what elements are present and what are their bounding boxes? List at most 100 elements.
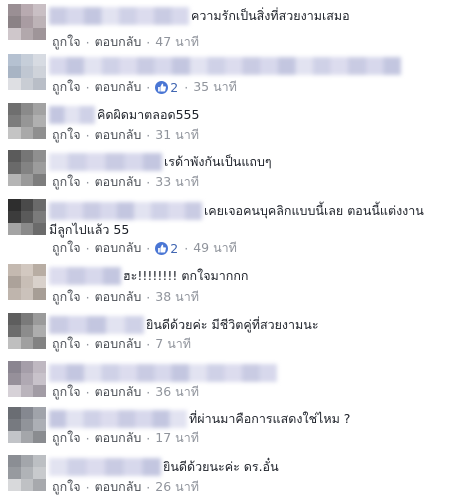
separator-dot: · — [85, 127, 90, 143]
comment-body — [49, 56, 469, 76]
comment-timestamp[interactable]: 49 นาที — [193, 238, 237, 258]
separator-dot: · — [146, 384, 151, 400]
comment-timestamp[interactable]: 47 นาที — [155, 32, 199, 52]
blurred-name — [49, 57, 401, 75]
reply-link[interactable]: ตอบกลับ — [95, 287, 142, 307]
reply-link[interactable]: ตอบกลับ — [95, 172, 142, 192]
comment-text: ความรักเป็นสิ่งที่สวยงามเสมอ — [191, 8, 350, 23]
comment-line: ฮะ!!!!!!!! ตกใจมากกก — [49, 266, 469, 286]
separator-dot: · — [85, 479, 90, 495]
comment-timestamp[interactable]: 7 นาที — [155, 334, 191, 354]
separator-dot: · — [146, 174, 151, 190]
comment-timestamp[interactable]: 17 นาที — [155, 428, 199, 448]
comment-actions: ถูกใจ · ตอบกลับ · 31 นาที — [52, 125, 199, 145]
like-link[interactable]: ถูกใจ — [52, 172, 81, 192]
separator-dot: · — [146, 34, 151, 50]
like-link[interactable]: ถูกใจ — [52, 287, 81, 307]
comment-text: เรด้าพังกันเป็นแถบๆ — [164, 154, 272, 169]
comment-line: คิดผิดมาตลอด555 — [49, 105, 469, 125]
separator-dot: · — [146, 127, 151, 143]
avatar[interactable] — [8, 407, 46, 443]
like-link[interactable]: ถูกใจ — [52, 32, 81, 52]
like-link[interactable]: ถูกใจ — [52, 334, 81, 354]
comment-text: เคยเจอคนบุคลิกแบบนี้เลย ตอนนี้แต่งงาน — [204, 203, 424, 218]
blurred-name — [49, 458, 161, 476]
comment-timestamp[interactable]: 38 นาที — [155, 287, 199, 307]
avatar[interactable] — [8, 103, 46, 139]
separator-dot: · — [184, 79, 189, 95]
comment-line — [49, 56, 469, 76]
thumbs-up-icon[interactable] — [155, 80, 169, 94]
like-link[interactable]: ถูกใจ — [52, 382, 81, 402]
like-count[interactable]: 2 — [170, 241, 178, 256]
comment-body: ยินดีด้วยค่ะ มีชีวิตคู่ที่สวยงามนะ — [49, 315, 469, 335]
comment-actions: ถูกใจ · ตอบกลับ · 33 นาที — [52, 172, 199, 192]
avatar[interactable] — [8, 264, 46, 300]
comment-text: ยินดีด้วยนะค่ะ ดร.อั๋น — [163, 459, 279, 474]
comment-line: ยินดีด้วยค่ะ มีชีวิตคู่ที่สวยงามนะ — [49, 315, 469, 335]
like-link[interactable]: ถูกใจ — [52, 238, 81, 258]
comment-actions: ถูกใจ · ตอบกลับ · 47 นาที — [52, 32, 199, 52]
separator-dot: · — [184, 240, 189, 256]
separator-dot: · — [85, 336, 90, 352]
comment-timestamp[interactable]: 31 นาที — [155, 125, 199, 145]
reply-link[interactable]: ตอบกลับ — [95, 428, 142, 448]
comment-line: เคยเจอคนบุคลิกแบบนี้เลย ตอนนี้แต่งงาน — [49, 201, 469, 221]
comment-body — [49, 363, 469, 383]
comment-timestamp[interactable]: 26 นาที — [155, 477, 199, 497]
blurred-name — [49, 106, 95, 124]
separator-dot: · — [85, 79, 90, 95]
reply-link[interactable]: ตอบกลับ — [95, 77, 142, 97]
reply-link[interactable]: ตอบกลับ — [95, 334, 142, 354]
comment-actions: ถูกใจ · ตอบกลับ · 36 นาที — [52, 382, 199, 402]
comment-actions: ถูกใจ · ตอบกลับ · 26 นาที — [52, 477, 199, 497]
avatar[interactable] — [8, 54, 46, 90]
separator-dot: · — [146, 289, 151, 305]
avatar[interactable] — [8, 313, 46, 349]
blurred-name — [49, 267, 121, 285]
like-link[interactable]: ถูกใจ — [52, 77, 81, 97]
like-link[interactable]: ถูกใจ — [52, 428, 81, 448]
comment-actions: ถูกใจ · ตอบกลับ · 2 · 35 นาที — [52, 77, 237, 97]
separator-dot: · — [85, 430, 90, 446]
comment-body: เคยเจอคนบุคลิกแบบนี้เลย ตอนนี้แต่งงานมีล… — [49, 201, 469, 239]
like-link[interactable]: ถูกใจ — [52, 125, 81, 145]
comment-timestamp[interactable]: 35 นาที — [193, 77, 237, 97]
like-link[interactable]: ถูกใจ — [52, 477, 81, 497]
comment-body: เรด้าพังกันเป็นแถบๆ — [49, 152, 469, 172]
blurred-name — [49, 410, 187, 428]
reply-link[interactable]: ตอบกลับ — [95, 32, 142, 52]
comment-body: ที่ผ่านมาคือการแสดงใช่ไหม ? — [49, 409, 469, 429]
separator-dot: · — [146, 479, 151, 495]
comment-body: ฮะ!!!!!!!! ตกใจมากกก — [49, 266, 469, 286]
comment-timestamp[interactable]: 33 นาที — [155, 172, 199, 192]
separator-dot: · — [146, 430, 151, 446]
avatar[interactable] — [8, 361, 46, 397]
comment-text: ยินดีด้วยค่ะ มีชีวิตคู่ที่สวยงามนะ — [146, 317, 319, 332]
avatar[interactable] — [8, 150, 46, 186]
blurred-name — [49, 153, 162, 171]
comment-body: คิดผิดมาตลอด555 — [49, 105, 469, 125]
comment-actions: ถูกใจ · ตอบกลับ · 2 · 49 นาที — [52, 238, 237, 258]
comment-text-continued: มีลูกไปแล้ว 55 — [49, 222, 130, 237]
reply-link[interactable]: ตอบกลับ — [95, 477, 142, 497]
blurred-name — [49, 364, 277, 382]
separator-dot: · — [85, 384, 90, 400]
comment-line: เรด้าพังกันเป็นแถบๆ — [49, 152, 469, 172]
comment-timestamp[interactable]: 36 นาที — [155, 382, 199, 402]
separator-dot: · — [85, 34, 90, 50]
separator-dot: · — [146, 336, 151, 352]
avatar[interactable] — [8, 4, 46, 40]
comment-text: คิดผิดมาตลอด555 — [97, 107, 200, 122]
thumbs-up-icon[interactable] — [155, 241, 169, 255]
reply-link[interactable]: ตอบกลับ — [95, 238, 142, 258]
comment-actions: ถูกใจ · ตอบกลับ · 38 นาที — [52, 287, 199, 307]
like-count[interactable]: 2 — [170, 80, 178, 95]
comment-line — [49, 363, 469, 383]
comment-line: ยินดีด้วยนะค่ะ ดร.อั๋น — [49, 457, 469, 477]
reply-link[interactable]: ตอบกลับ — [95, 125, 142, 145]
comment-body: ยินดีด้วยนะค่ะ ดร.อั๋น — [49, 457, 469, 477]
reply-link[interactable]: ตอบกลับ — [95, 382, 142, 402]
avatar[interactable] — [8, 455, 46, 491]
separator-dot: · — [85, 289, 90, 305]
